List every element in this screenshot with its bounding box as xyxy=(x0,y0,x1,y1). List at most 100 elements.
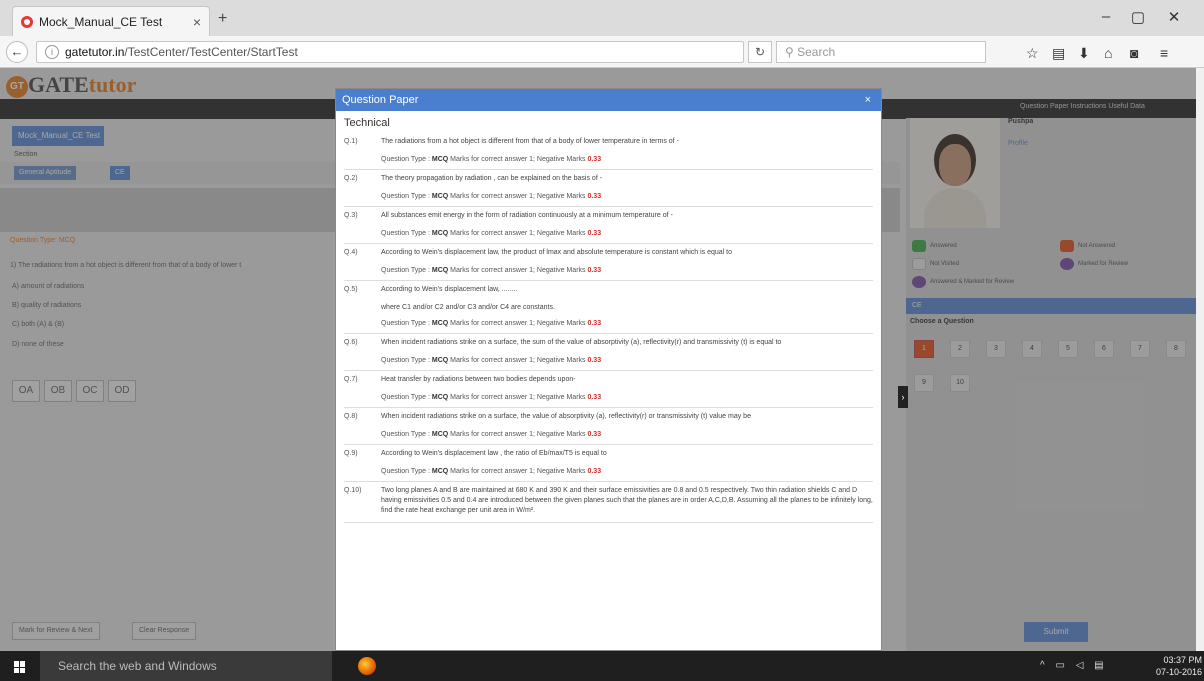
meta-negative: 0.33 xyxy=(587,431,602,438)
meta-prefix: Question Type : xyxy=(381,431,432,438)
question-item: Q.3) All substances emit energy in the fo… xyxy=(344,207,873,244)
url-path: /TestCenter/TestCenter/StartTest xyxy=(124,45,298,59)
question-text: The radiations from a hot object is diff… xyxy=(381,138,679,145)
question-meta: Question Type : MCQ Marks for correct an… xyxy=(381,267,873,274)
meta-prefix: Question Type : xyxy=(381,230,432,237)
question-item: Q.7) Heat transfer by radiations between … xyxy=(344,371,873,408)
meta-type: MCQ xyxy=(431,468,449,475)
question-item: Q.9) According to Wein's displacement law… xyxy=(344,445,873,482)
pocket-icon[interactable]: ◙ xyxy=(1130,45,1138,61)
meta-prefix: Question Type : xyxy=(381,156,432,163)
maximize-icon[interactable]: ▢ xyxy=(1128,8,1148,26)
tab-title: Mock_Manual_CE Test xyxy=(39,14,163,29)
question-item: Q.1) The radiations from a hot object is … xyxy=(344,133,873,170)
windows-start-icon[interactable] xyxy=(14,661,26,673)
close-tab-icon[interactable]: × xyxy=(193,14,201,30)
info-icon[interactable]: i xyxy=(45,45,59,59)
question-number: Q.6) xyxy=(344,339,358,346)
window-close-icon[interactable]: ✕ xyxy=(1164,8,1184,26)
taskbar-clock[interactable]: 03:37 PM 07-10-2016 xyxy=(1156,654,1202,678)
modal-close-icon[interactable]: × xyxy=(865,89,871,111)
question-paper-modal: Question Paper × Technical Q.1) The radia… xyxy=(335,88,882,651)
meta-negative: 0.33 xyxy=(587,468,602,475)
question-number: Q.10) xyxy=(344,487,362,494)
meta-type: MCQ xyxy=(431,156,449,163)
firefox-icon[interactable] xyxy=(358,657,376,675)
question-text: The theory propagation by radiation , ca… xyxy=(381,175,603,182)
question-item: Q.2) The theory propagation by radiation … xyxy=(344,170,873,207)
question-text: According to Wein's displacement law, th… xyxy=(381,249,733,256)
meta-prefix: Question Type : xyxy=(381,394,432,401)
meta-type: MCQ xyxy=(431,267,449,274)
panel-toggle-arrow-icon[interactable]: › xyxy=(898,386,908,408)
meta-prefix: Question Type : xyxy=(381,193,432,200)
download-icon[interactable]: ⬇ xyxy=(1078,45,1090,62)
url-bar[interactable]: i gatetutor.in/TestCenter/TestCenter/Sta… xyxy=(36,41,744,63)
question-item: Q.6) When incident radiations strike on a… xyxy=(344,334,873,371)
question-number: Q.7) xyxy=(344,376,358,383)
meta-type: MCQ xyxy=(431,230,449,237)
question-text: When incident radiations strike on a sur… xyxy=(381,413,751,420)
question-text: Heat transfer by radiations between two … xyxy=(381,376,576,383)
question-number: Q.5) xyxy=(344,286,358,293)
home-icon[interactable]: ⌂ xyxy=(1104,45,1112,61)
question-item: Q.10) Two long planes A and B are maintai… xyxy=(344,482,873,523)
meta-marks: Marks for correct answer 1; Negative Mar… xyxy=(448,468,588,475)
windows-taskbar: Search the web and Windows ^ ▭ ◁ ▤ 03:37… xyxy=(0,651,1204,681)
question-number: Q.2) xyxy=(344,175,358,182)
meta-negative: 0.33 xyxy=(587,156,602,163)
meta-type: MCQ xyxy=(431,320,449,327)
meta-marks: Marks for correct answer 1; Negative Mar… xyxy=(448,193,588,200)
question-item: Q.8) When incident radiations strike on a… xyxy=(344,408,873,445)
question-meta: Question Type : MCQ Marks for correct an… xyxy=(381,357,873,364)
minimize-icon[interactable]: – xyxy=(1096,8,1116,25)
url-domain: gatetutor.in xyxy=(65,45,125,59)
meta-prefix: Question Type : xyxy=(381,267,432,274)
bookmark-star-icon[interactable]: ☆ xyxy=(1026,45,1039,62)
meta-marks: Marks for correct answer 1; Negative Mar… xyxy=(448,267,588,274)
question-meta: Question Type : MCQ Marks for correct an… xyxy=(381,230,873,237)
browser-tab[interactable]: Mock_Manual_CE Test × xyxy=(12,6,210,36)
modal-title: Question Paper xyxy=(342,94,419,106)
meta-negative: 0.33 xyxy=(587,267,602,274)
reload-icon[interactable]: ↻ xyxy=(748,41,772,63)
meta-prefix: Question Type : xyxy=(381,357,432,364)
question-number: Q.4) xyxy=(344,249,358,256)
question-meta: Question Type : MCQ Marks for correct an… xyxy=(381,468,873,475)
question-item: Q.4) According to Wein's displacement law… xyxy=(344,244,873,281)
meta-prefix: Question Type : xyxy=(381,468,432,475)
meta-negative: 0.33 xyxy=(587,193,602,200)
browser-search-input[interactable]: ⚲ Search xyxy=(776,41,986,63)
back-icon[interactable]: ← xyxy=(6,41,28,63)
browser-navbar: ← i gatetutor.in/TestCenter/TestCenter/S… xyxy=(0,36,1204,68)
search-placeholder: Search xyxy=(797,45,836,59)
meta-negative: 0.33 xyxy=(587,357,602,364)
taskbar-search-input[interactable]: Search the web and Windows xyxy=(40,651,332,681)
new-tab-icon[interactable]: + xyxy=(218,10,227,28)
question-extra-text: where C1 and/or C2 and/or C3 and/or C4 a… xyxy=(381,304,555,311)
question-text: According to Wein's displacement law , t… xyxy=(381,450,607,457)
question-list: Q.1) The radiations from a hot object is … xyxy=(344,133,873,523)
reading-list-icon[interactable]: ▤ xyxy=(1052,45,1065,62)
page-scrollbar[interactable] xyxy=(1196,68,1204,651)
meta-negative: 0.33 xyxy=(587,320,602,327)
clock-time: 03:37 PM xyxy=(1163,655,1203,665)
browser-titlebar: Mock_Manual_CE Test × + – ▢ ✕ xyxy=(0,0,1204,36)
meta-marks: Marks for correct answer 1; Negative Mar… xyxy=(448,394,588,401)
modal-section-title: Technical xyxy=(344,117,390,129)
question-text: Two long planes A and B are maintained a… xyxy=(381,487,873,514)
meta-negative: 0.33 xyxy=(587,394,602,401)
question-text: When incident radiations strike on a sur… xyxy=(381,339,782,346)
question-meta: Question Type : MCQ Marks for correct an… xyxy=(381,431,873,438)
menu-icon[interactable]: ≡ xyxy=(1160,45,1168,61)
system-tray-icons[interactable]: ^ ▭ ◁ ▤ xyxy=(1040,660,1108,671)
question-number: Q.9) xyxy=(344,450,358,457)
question-item: Q.5) According to Wein's displacement law… xyxy=(344,281,873,334)
question-meta: Question Type : MCQ Marks for correct an… xyxy=(381,193,873,200)
question-meta: Question Type : MCQ Marks for correct an… xyxy=(381,394,873,401)
meta-negative: 0.33 xyxy=(587,230,602,237)
meta-marks: Marks for correct answer 1; Negative Mar… xyxy=(448,431,588,438)
meta-marks: Marks for correct answer 1; Negative Mar… xyxy=(448,230,588,237)
question-number: Q.1) xyxy=(344,138,358,145)
meta-type: MCQ xyxy=(431,357,449,364)
